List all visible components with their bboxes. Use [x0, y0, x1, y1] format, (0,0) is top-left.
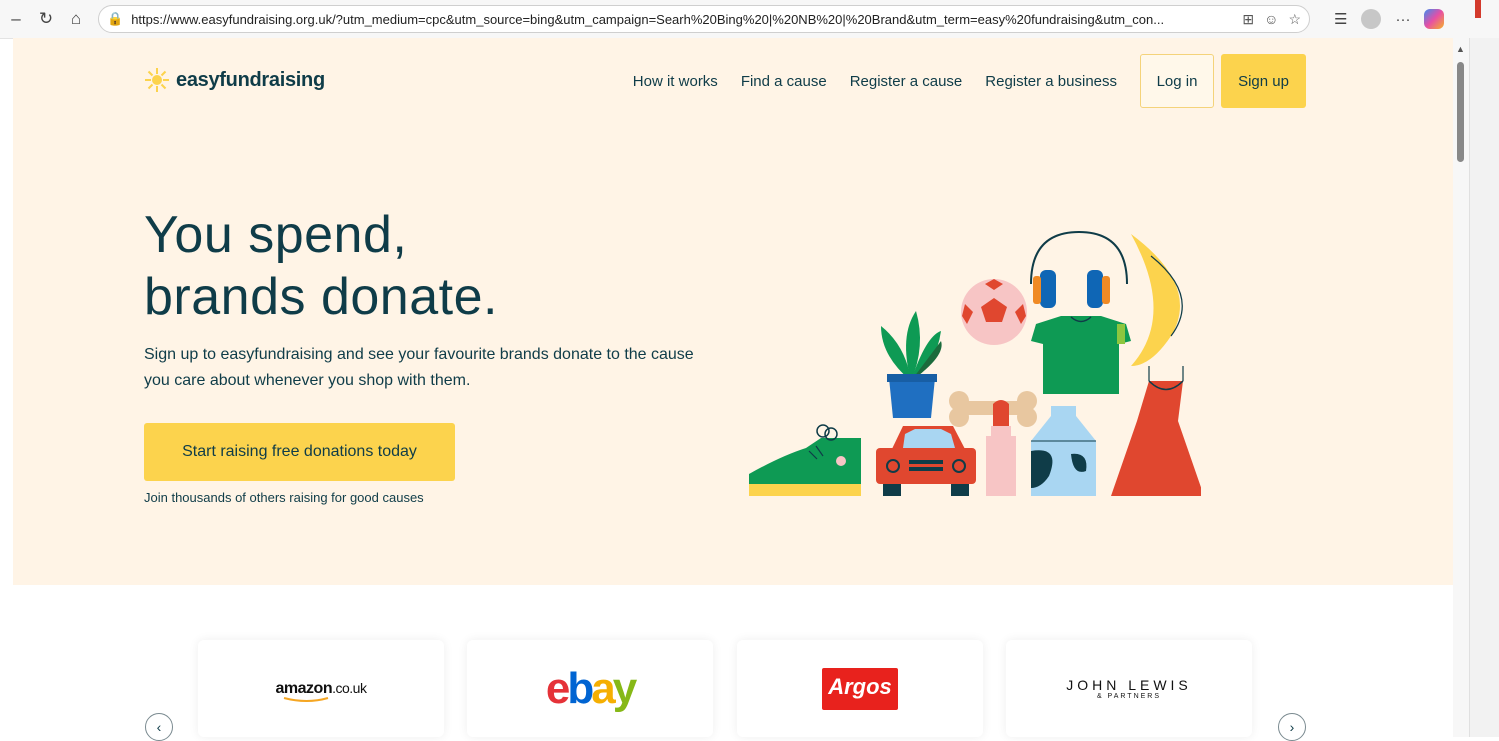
profile-icon[interactable]: [1361, 9, 1382, 29]
ebay-letter-e: e: [545, 663, 571, 713]
nav-register-a-cause[interactable]: Register a cause: [850, 73, 963, 90]
dress-icon: [1111, 366, 1201, 496]
url-text[interactable]: https://www.easyfundraising.org.uk/?utm_…: [131, 12, 1232, 27]
collections-icon[interactable]: ☰: [1334, 10, 1347, 28]
favorite-icon[interactable]: ☆: [1288, 11, 1301, 28]
extension-mark: [1475, 0, 1481, 18]
split-screen-icon[interactable]: ⊞: [1242, 11, 1254, 28]
login-button[interactable]: Log in: [1140, 54, 1214, 108]
john-lewis-name: JOHN LEWIS: [1066, 677, 1192, 693]
scrollbar-thumb[interactable]: [1457, 62, 1464, 162]
john-lewis-logo: JOHN LEWIS & PARTNERS: [1066, 677, 1192, 700]
logo-text: easyfundraising: [176, 68, 325, 91]
banana-icon: [1131, 234, 1183, 366]
signup-button[interactable]: Sign up: [1221, 54, 1306, 108]
shopping-illustration: [749, 230, 1201, 496]
milk-carton-icon: [1031, 406, 1096, 496]
home-icon[interactable]: ⌂: [62, 5, 90, 33]
ebay-letter-a: a: [591, 663, 616, 713]
lock-icon[interactable]: 🔒: [107, 11, 123, 27]
sneaker-icon: [749, 424, 861, 496]
main-nav: How it works Find a cause Register a cau…: [610, 54, 1306, 108]
copilot-icon[interactable]: [1424, 9, 1445, 29]
amazon-smile-icon: [283, 696, 328, 702]
address-bar[interactable]: 🔒 https://www.easyfundraising.org.uk/?ut…: [98, 5, 1310, 33]
brand-card-ebay[interactable]: ebay: [467, 640, 713, 737]
tshirt-icon: [1031, 316, 1131, 394]
headline-line-1: You spend,: [144, 206, 408, 264]
brand-card-argos[interactable]: Argos: [737, 640, 983, 737]
ebay-letter-b: b: [567, 663, 594, 713]
headphones-icon: [1030, 230, 1128, 308]
amazon-logo-domain: .co.uk: [332, 679, 367, 696]
ebay-letter-y: y: [612, 663, 638, 713]
brand-carousel: ‹ amazon.co.uk ebay Argos JOHN LEWIS & P…: [0, 585, 1453, 741]
brand-card-amazon[interactable]: amazon.co.uk: [198, 640, 444, 737]
hero-section: easyfundraising How it works Find a caus…: [13, 38, 1453, 585]
scroll-up-icon[interactable]: ▲: [1456, 44, 1465, 54]
site-logo[interactable]: easyfundraising: [144, 67, 325, 93]
nav-find-a-cause[interactable]: Find a cause: [741, 73, 827, 90]
car-icon: [876, 426, 976, 496]
side-panel-strip: [1469, 38, 1499, 737]
john-lewis-partners: & PARTNERS: [1096, 693, 1162, 700]
sun-logo-icon: [145, 68, 169, 92]
hero-subtext: Sign up to easyfundraising and see your …: [144, 346, 694, 389]
plant-icon: [881, 311, 942, 418]
amazon-logo: amazon.co.uk: [275, 679, 367, 702]
refresh-icon[interactable]: ↻: [32, 5, 60, 33]
nav-how-it-works[interactable]: How it works: [633, 73, 718, 90]
nav-register-a-business[interactable]: Register a business: [985, 73, 1117, 90]
browser-toolbar: – ↻ ⌂ 🔒 https://www.easyfundraising.org.…: [0, 0, 1499, 39]
back-icon[interactable]: –: [2, 5, 30, 33]
headline-line-2: brands donate.: [144, 268, 498, 326]
page-scrollbar[interactable]: ▲: [1453, 38, 1469, 737]
page-title: You spend, brands donate.: [144, 204, 744, 328]
more-icon[interactable]: ···: [1395, 11, 1410, 28]
cta-note: Join thousands of others raising for goo…: [144, 490, 424, 505]
start-raising-button[interactable]: Start raising free donations today: [144, 423, 455, 481]
amazon-logo-word: amazon: [275, 679, 333, 697]
argos-logo: Argos: [822, 667, 898, 710]
brand-card-john-lewis[interactable]: JOHN LEWIS & PARTNERS: [1006, 640, 1252, 737]
reader-icon[interactable]: ☺: [1264, 11, 1278, 27]
ebay-logo: ebay: [545, 663, 638, 714]
football-icon: [961, 279, 1027, 345]
